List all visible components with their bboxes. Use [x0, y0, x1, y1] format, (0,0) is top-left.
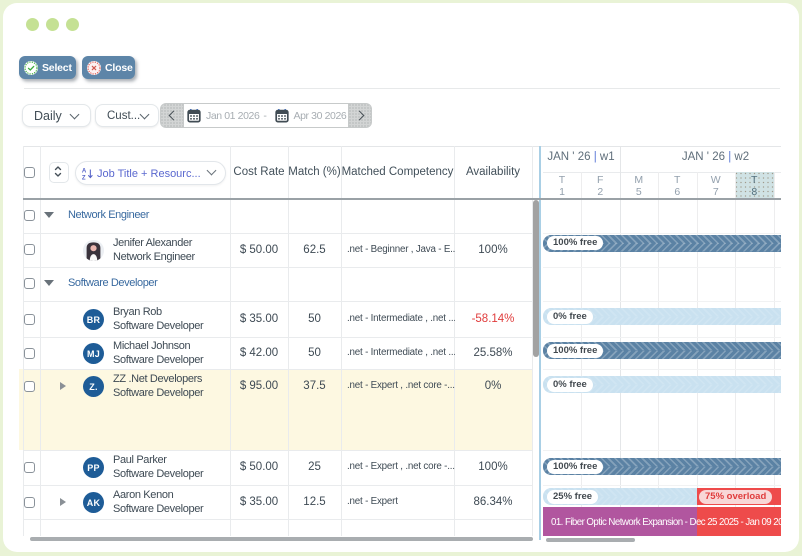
svg-text:Z: Z: [82, 175, 86, 180]
svg-text:A: A: [82, 168, 87, 175]
